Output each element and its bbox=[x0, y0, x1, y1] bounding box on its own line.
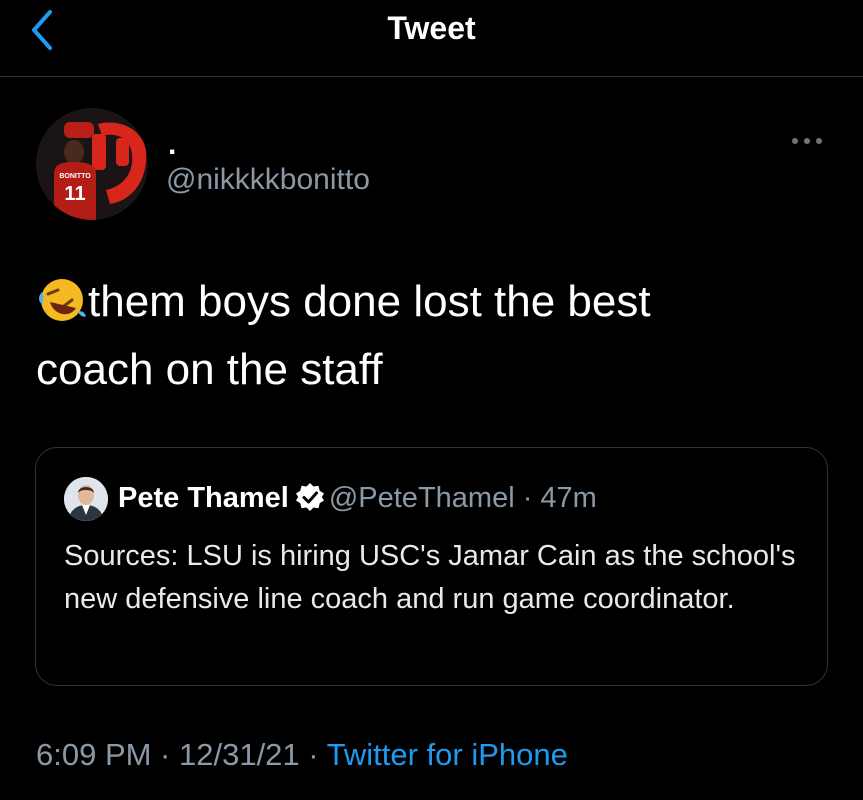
author-display-name[interactable]: . bbox=[168, 128, 176, 162]
quoted-avatar bbox=[64, 477, 108, 521]
tweet-source-link[interactable]: Twitter for iPhone bbox=[327, 737, 568, 772]
author-handle[interactable]: @nikkkkbonitto bbox=[166, 163, 370, 197]
quoted-tweet-card[interactable]: Pete Thamel @PeteThamel · 47m Sources: L… bbox=[35, 447, 828, 686]
page-title: Tweet bbox=[387, 10, 476, 46]
quoted-author-handle[interactable]: @PeteThamel bbox=[329, 482, 515, 514]
tweet-timestamp: 6:09 PM · 12/31/21 · bbox=[36, 737, 327, 772]
avatar-jersey-number: 11 bbox=[64, 183, 85, 205]
more-options-button[interactable] bbox=[786, 128, 830, 154]
quoted-tweet-text: Sources: LSU is hiring USC's Jamar Cain … bbox=[64, 540, 796, 615]
rolling-on-floor-laughing-icon bbox=[39, 279, 86, 321]
quoted-header: Pete Thamel @PeteThamel · 47m bbox=[118, 478, 597, 518]
tweet-text-line1: them boys done lost the best bbox=[88, 277, 651, 326]
tweet-metadata: 6:09 PM · 12/31/21 · Twitter for iPhone bbox=[36, 737, 568, 773]
tweet-text: them boys done lost the best coach on th… bbox=[36, 268, 816, 404]
nav-bar: Tweet bbox=[0, 0, 863, 77]
tweet-text-line2: coach on the staff bbox=[36, 345, 383, 394]
more-dots-icon bbox=[792, 138, 822, 144]
avatar-jersey-name: BONITTO bbox=[59, 173, 91, 180]
verified-badge-icon bbox=[295, 483, 324, 511]
avatar[interactable]: BONITTO 11 bbox=[36, 108, 148, 220]
quoted-author-name[interactable]: Pete Thamel bbox=[118, 482, 289, 514]
quoted-time: · 47m bbox=[514, 482, 597, 514]
